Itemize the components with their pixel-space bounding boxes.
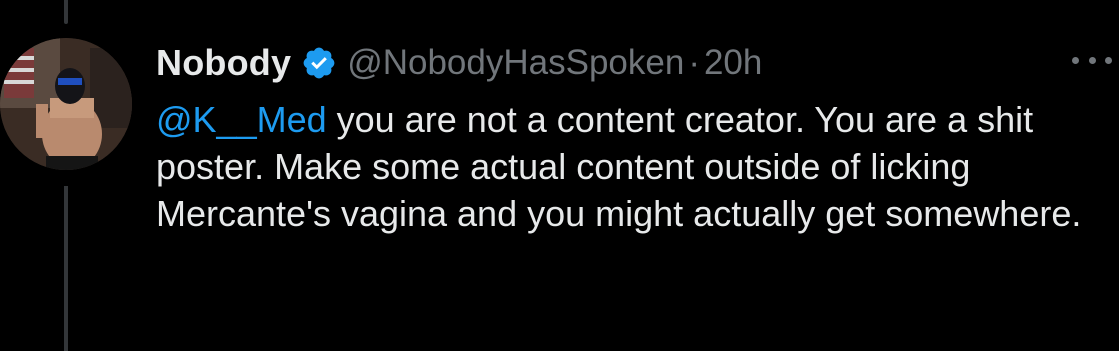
avatar[interactable] [0,38,132,170]
display-name[interactable]: Nobody [156,42,291,84]
mention-link[interactable]: @K__Med [156,99,327,140]
user-handle[interactable]: @NobodyHasSpoken [347,43,684,83]
thread-line-top [64,0,68,24]
thread-line-bottom [64,186,68,351]
tweet-text: @K__Med you are not a content creator. Y… [156,96,1096,237]
timestamp[interactable]: 20h [704,43,762,83]
more-options-icon[interactable] [1072,52,1112,68]
tweet-header: Nobody @NobodyHasSpoken · 20h [156,38,762,88]
verified-badge-icon[interactable] [301,45,337,81]
separator-dot: · [688,43,700,82]
avatar-image [0,38,132,170]
